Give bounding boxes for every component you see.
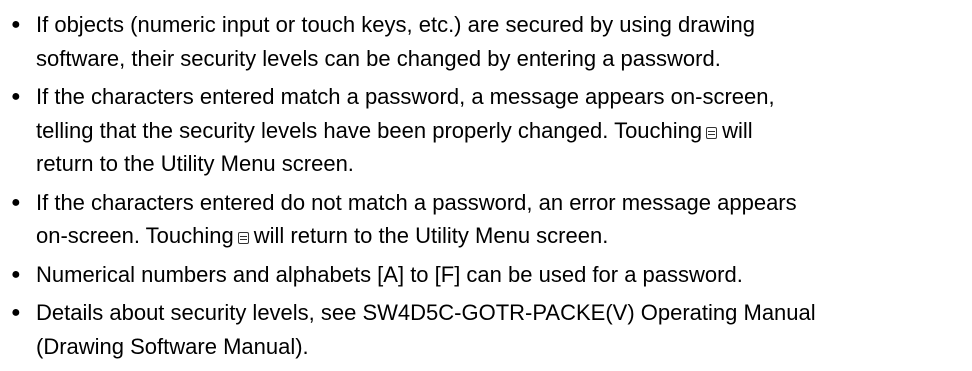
note-text: telling that the security levels have be… xyxy=(36,117,703,143)
bullet-icon: ● xyxy=(11,193,21,211)
bullet-icon: ● xyxy=(11,16,21,33)
note-line: Numerical numbers and alphabets [A] to [… xyxy=(36,261,743,287)
note-text: will return to the Utility Menu screen. xyxy=(253,223,609,248)
list-item: ● Details about security levels, see SW4… xyxy=(6,296,966,363)
list-item: ● Numerical numbers and alphabets [A] to… xyxy=(6,258,966,292)
note-line-with-icon: on-screen. Touching will return to the Ut… xyxy=(36,219,966,253)
key-icon xyxy=(706,126,718,139)
note-text: on-screen. Touching xyxy=(36,223,234,248)
note-line: (Drawing Software Manual). xyxy=(36,333,309,359)
note-line: If the characters entered match a passwo… xyxy=(36,84,775,109)
key-icon xyxy=(237,232,249,244)
list-item: ● If the characters entered match a pass… xyxy=(6,80,966,181)
note-line-with-icon: telling that the security levels have be… xyxy=(36,114,966,148)
list-item: ● If objects (numeric input or touch key… xyxy=(6,8,966,75)
note-line: If objects (numeric input or touch keys,… xyxy=(36,12,756,37)
list-item: ● If the characters entered do not match… xyxy=(6,186,966,253)
note-line: software, their security levels can be c… xyxy=(36,45,721,71)
note-line: return to the Utility Menu screen. xyxy=(36,151,354,176)
note-text: will xyxy=(722,117,753,143)
bullet-icon: ● xyxy=(11,265,21,283)
notes-list: ● If objects (numeric input or touch key… xyxy=(6,8,966,368)
note-line: Details about security levels, see SW4D5… xyxy=(36,300,816,325)
bullet-icon: ● xyxy=(11,304,21,321)
note-line: If the characters entered do not match a… xyxy=(36,189,797,215)
bullet-icon: ● xyxy=(11,88,21,105)
